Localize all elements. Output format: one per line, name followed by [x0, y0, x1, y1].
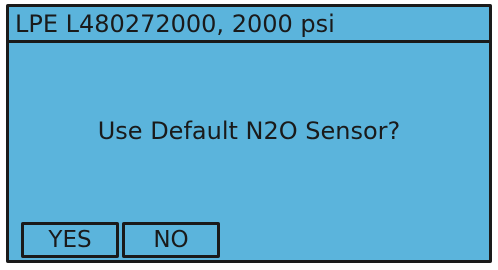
- no-button[interactable]: NO: [122, 222, 220, 258]
- yes-button-label: YES: [48, 227, 92, 253]
- device-screen: LPE L480272000, 2000 psi Use Default N2O…: [6, 4, 492, 263]
- screen-title: LPE L480272000, 2000 psi: [15, 9, 335, 38]
- no-button-label: NO: [153, 227, 189, 253]
- prompt-text: Use Default N2O Sensor?: [97, 117, 401, 145]
- title-bar: LPE L480272000, 2000 psi: [9, 7, 489, 43]
- yes-button[interactable]: YES: [21, 222, 119, 258]
